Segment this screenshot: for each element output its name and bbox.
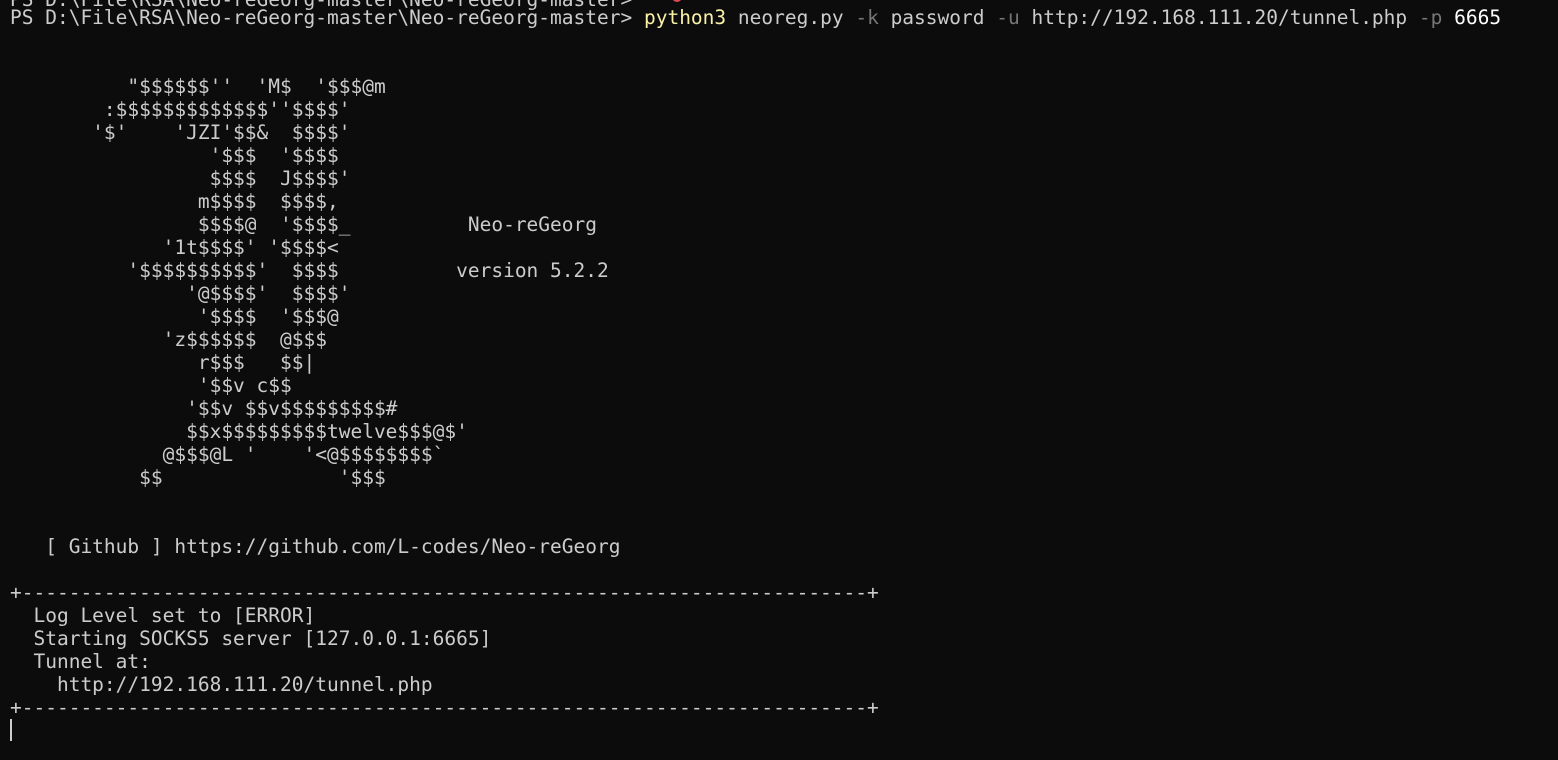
banner-line: m$$$$ $$$$,	[10, 190, 339, 213]
banner-line-title: $$$$@ '$$$$_ Neo-reGeorg	[10, 213, 597, 236]
socks-server-line: Starting SOCKS5 server [127.0.0.1:6665]	[10, 627, 492, 650]
command-script: neoreg.py	[737, 6, 844, 29]
log-level-line: Log Level set to [ERROR]	[10, 604, 316, 627]
key-value: password	[890, 6, 985, 29]
banner-line: '$$v $$v$$$$$$$$$#	[10, 397, 398, 420]
port-value: 6665	[1454, 6, 1502, 29]
banner-line: :$$$$$$$$$$$$$''$$$$'	[10, 98, 351, 121]
banner-line: $$$$ J$$$$'	[10, 167, 351, 190]
banner-line: $$ '$$$	[10, 466, 386, 489]
banner-line: '@$$$$' $$$$'	[10, 282, 351, 305]
prompt: PS D:\File\RSA\Neo-reGeorg-master\Neo-re…	[10, 6, 644, 29]
banner-line: '1t$$$$' '$$$$<	[10, 236, 339, 259]
banner-line: '$' 'JZI'$$& $$$$'	[10, 121, 351, 144]
tunnel-at-line: Tunnel at:	[10, 650, 151, 673]
banner-line: @$$$@L ' '<@$$$$$$$$`	[10, 443, 445, 466]
banner-line: 'z$$$$$$ @$$$	[10, 328, 327, 351]
error-squiggle-icon	[672, 0, 682, 2]
banner-line: r$$$ $$|	[10, 351, 316, 374]
banner-line: '$$v c$$	[10, 374, 292, 397]
terminal-window[interactable]: PS D:\File\RSA\Neo-reGeorg-master\Neo-re…	[0, 0, 1558, 760]
url-value: http://192.168.111.20/tunnel.php	[1031, 6, 1408, 29]
tunnel-url-line: http://192.168.111.20/tunnel.php	[10, 673, 433, 696]
url-flag: -u	[996, 6, 1020, 29]
github-line: [ Github ] https://github.com/L-codes/Ne…	[10, 535, 621, 558]
banner-line: '$$$ '$$$$	[10, 144, 339, 167]
text-cursor[interactable]	[10, 719, 12, 741]
banner-line: "$$$$$$'' 'M$ '$$$@m	[10, 75, 386, 98]
command-line: PS D:\File\RSA\Neo-reGeorg-master\Neo-re…	[10, 6, 1501, 29]
banner-line: $$x$$$$$$$$$twelve$$$@$'	[10, 420, 468, 443]
border-top: +---------------------------------------…	[10, 581, 879, 604]
port-flag: -p	[1418, 6, 1443, 29]
border-bottom: +---------------------------------------…	[10, 696, 879, 719]
banner-line-version: '$$$$$$$$$$' $$$$ version 5.2.2	[10, 259, 609, 282]
banner-line: '$$$$ '$$$@	[10, 305, 339, 328]
command-exe: python3	[643, 6, 727, 29]
key-flag: -k	[855, 6, 879, 29]
